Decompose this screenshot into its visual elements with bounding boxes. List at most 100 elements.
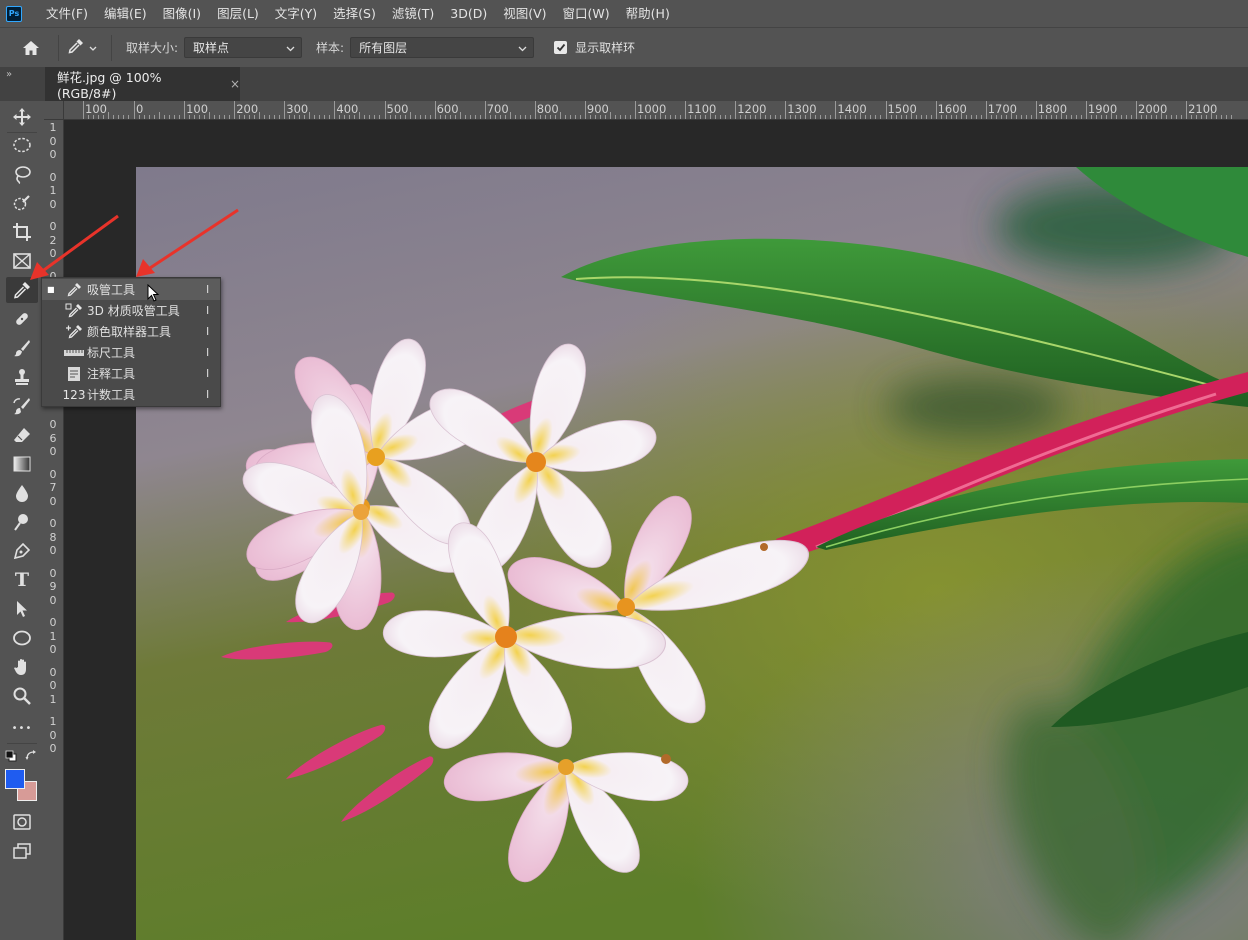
ruler-minor-tick	[1216, 115, 1218, 119]
ruler-tick-label: 1100	[687, 102, 717, 116]
menu-view[interactable]: 视图(V)	[495, 0, 554, 27]
sample-size-dropdown[interactable]: 取样点	[184, 37, 303, 58]
ruler-minor-tick	[409, 112, 411, 119]
ruler-minor-tick	[194, 115, 196, 119]
ruler-tick	[685, 101, 687, 119]
document-tab[interactable]: 鲜花.jpg @ 100%(RGB/8#) ×	[45, 67, 240, 101]
ruler-tick-label: 1800	[1037, 102, 1068, 116]
clone-stamp-icon[interactable]	[6, 364, 38, 390]
default-colors-icon[interactable]	[5, 750, 17, 762]
ruler-tick-label: 900	[586, 102, 609, 116]
ruler-minor-tick	[494, 115, 496, 119]
eraser-icon[interactable]	[6, 422, 38, 448]
tool-preset-picker[interactable]	[67, 37, 107, 58]
ruler-minor-tick	[1090, 115, 1092, 119]
ruler-tick	[334, 101, 336, 119]
menu-filter[interactable]: 滤镜(T)	[384, 0, 442, 27]
ruler-origin[interactable]	[44, 101, 64, 120]
ruler-minor-tick	[294, 115, 296, 119]
flower-photo-canvas[interactable]	[136, 167, 1248, 940]
quick-mask-icon[interactable]	[6, 809, 38, 835]
ruler-minor-tick	[770, 115, 772, 119]
menu-type[interactable]: 文字(Y)	[267, 0, 325, 27]
flyout-item-3d-material-eyedropper[interactable]: 3D 材质吸管工具 I	[42, 300, 220, 321]
ruler-minor-tick	[629, 115, 631, 119]
menu-select[interactable]: 选择(S)	[325, 0, 384, 27]
ruler-minor-tick	[955, 115, 957, 119]
menu-3d[interactable]: 3D(D)	[442, 0, 495, 27]
screen-mode-icon[interactable]	[6, 838, 38, 864]
ruler-minor-tick	[815, 115, 817, 119]
type-icon[interactable]: T	[6, 567, 38, 593]
menu-edit[interactable]: 编辑(E)	[96, 0, 155, 27]
object-selection-icon[interactable]	[6, 190, 38, 216]
ruler-tick-label: 0	[49, 742, 57, 755]
move-tool-icon[interactable]	[6, 104, 38, 130]
flyout-shortcut: I	[206, 304, 210, 317]
ruler-minor-tick	[574, 115, 576, 119]
more-tools-icon[interactable]: •••	[6, 715, 38, 741]
flyout-item-count[interactable]: 123 计数工具 I	[42, 384, 220, 405]
menu-help[interactable]: 帮助(H)	[618, 0, 678, 27]
show-sampling-ring-checkbox[interactable]	[554, 41, 568, 54]
eyedropper-tool-icon[interactable]	[6, 277, 38, 303]
ruler-minor-tick	[128, 115, 130, 119]
flyout-item-eyedropper[interactable]: ■ 吸管工具 I	[42, 279, 220, 300]
menu-window[interactable]: 窗口(W)	[555, 0, 618, 27]
brush-icon[interactable]	[6, 335, 38, 361]
lasso-icon[interactable]	[6, 161, 38, 187]
flyout-item-color-sampler[interactable]: 颜色取样器工具 I	[42, 321, 220, 342]
vertical-ruler[interactable]: 100010020030040050060070080090010001100	[44, 120, 64, 940]
menu-image[interactable]: 图像(I)	[155, 0, 209, 27]
gradient-icon[interactable]	[6, 451, 38, 477]
ruler-minor-tick	[910, 112, 912, 119]
horizontal-ruler[interactable]: 100 0 100 200 300 400 500 600 700 800 900 1000 1100 1…	[44, 101, 1248, 120]
ruler-minor-tick	[760, 112, 762, 119]
history-brush-icon[interactable]	[6, 393, 38, 419]
ruler-tick-label: 1	[49, 715, 57, 728]
ruler-minor-tick	[1105, 115, 1107, 119]
ruler-minor-tick	[875, 115, 877, 119]
ellipse-shape-icon[interactable]	[6, 625, 38, 651]
ruler-minor-tick	[1055, 115, 1057, 119]
ruler-minor-tick	[1070, 115, 1072, 119]
crop-icon[interactable]	[6, 219, 38, 245]
ruler-minor-tick	[805, 115, 807, 119]
ruler-minor-tick	[1020, 115, 1022, 119]
ruler-tick-label: 0	[49, 197, 57, 211]
flyout-item-note[interactable]: 注释工具 I	[42, 363, 220, 384]
sample-dropdown[interactable]: 所有图层	[350, 37, 535, 58]
elliptical-marquee-icon[interactable]	[6, 132, 38, 158]
close-icon[interactable]: ×	[230, 77, 240, 91]
home-icon[interactable]	[14, 33, 48, 63]
zoom-icon[interactable]	[6, 683, 38, 709]
ruler-icon	[63, 345, 85, 361]
ruler-minor-tick	[604, 115, 606, 119]
photoshop-logo-icon[interactable]: Ps	[6, 5, 22, 22]
swap-colors-icon[interactable]	[25, 749, 38, 762]
ruler-minor-tick	[564, 115, 566, 119]
pen-icon[interactable]	[6, 538, 38, 564]
healing-brush-icon[interactable]	[6, 306, 38, 332]
dodge-icon[interactable]	[6, 509, 38, 535]
ruler-tick	[1035, 101, 1037, 119]
frame-icon[interactable]	[6, 248, 38, 274]
flyout-item-ruler[interactable]: 标尺工具 I	[42, 342, 220, 363]
ruler-minor-tick	[1120, 115, 1122, 119]
path-selection-icon[interactable]	[6, 596, 38, 622]
ruler-minor-tick	[374, 115, 376, 119]
collapse-panels-icon[interactable]: »	[6, 69, 12, 80]
ruler-tick-label: 1900	[1087, 102, 1118, 116]
menu-layer[interactable]: 图层(L)	[209, 0, 267, 27]
menu-file[interactable]: 文件(F)	[38, 0, 96, 27]
ruler-tick-label: 1000	[637, 102, 667, 116]
blur-icon[interactable]	[6, 480, 38, 506]
ruler-minor-tick	[670, 115, 672, 119]
ruler-minor-tick	[930, 115, 932, 119]
hand-icon[interactable]	[6, 654, 38, 680]
ruler-minor-tick	[1226, 115, 1228, 119]
foreground-color-swatch[interactable]	[5, 769, 25, 789]
ruler-minor-tick	[599, 115, 601, 119]
ruler-minor-tick	[539, 115, 541, 119]
ruler-minor-tick	[594, 115, 596, 119]
